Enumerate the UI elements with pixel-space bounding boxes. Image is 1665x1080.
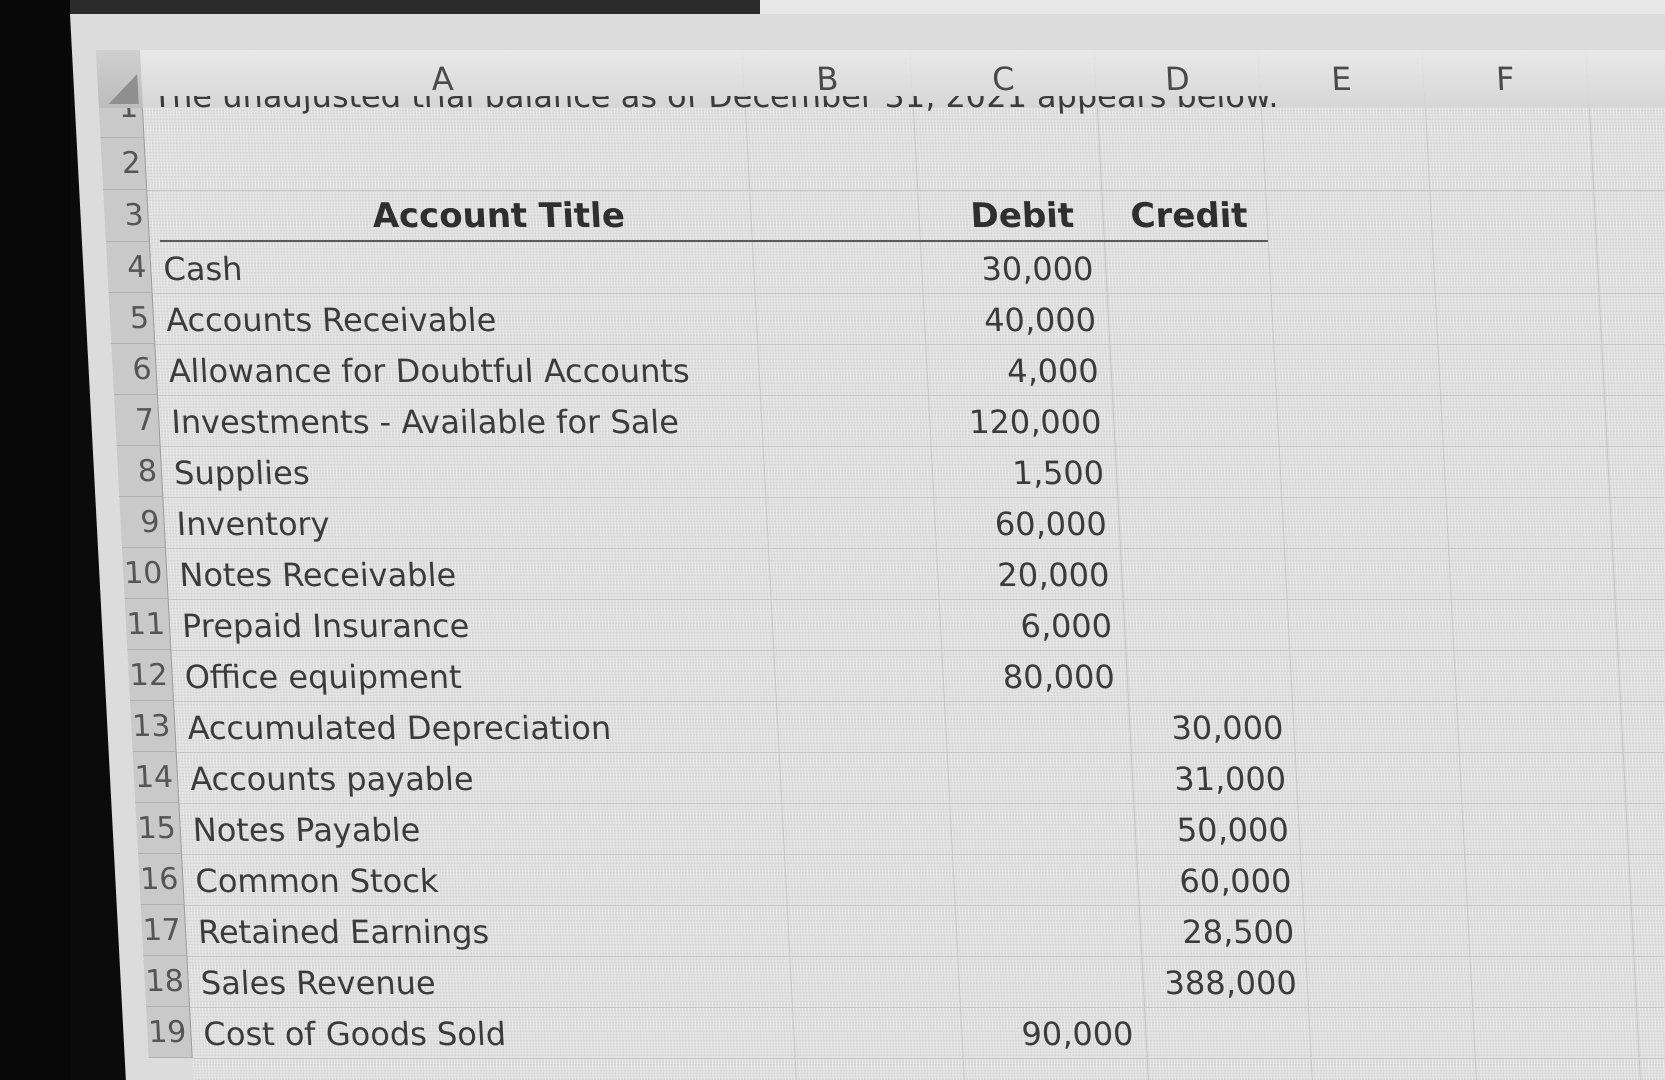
row-header-5[interactable]: 5 bbox=[108, 293, 156, 344]
account-title-cell[interactable]: Prepaid Insurance bbox=[181, 607, 470, 645]
account-title-cell[interactable]: Notes Receivable bbox=[178, 556, 457, 594]
credit-cell[interactable]: 388,000 bbox=[1142, 964, 1297, 1002]
account-title-cell[interactable]: Accounts Receivable bbox=[165, 301, 497, 339]
spreadsheet: A B C D E F 1 The unadjusted trial balan… bbox=[70, 14, 1665, 1080]
account-title-cell[interactable]: Cost of Goods Sold bbox=[202, 1015, 507, 1053]
grid-line bbox=[176, 752, 1665, 753]
top-window-strip bbox=[70, 0, 1665, 14]
account-title-cell[interactable]: Inventory bbox=[176, 505, 331, 543]
row-header-16[interactable]: 16 bbox=[138, 854, 185, 905]
column-header-next[interactable] bbox=[1585, 50, 1665, 109]
account-title-cell[interactable]: Notes Payable bbox=[192, 811, 421, 849]
debit-cell[interactable]: 6,000 bbox=[939, 607, 1113, 645]
select-all-corner[interactable] bbox=[95, 50, 144, 109]
account-title-cell[interactable]: Investments - Available for Sale bbox=[170, 403, 679, 441]
account-title-cell[interactable]: Sales Revenue bbox=[200, 964, 437, 1002]
account-title-cell[interactable]: Office equipment bbox=[184, 658, 463, 696]
grid-line bbox=[190, 1007, 1665, 1008]
debit-cell[interactable]: 40,000 bbox=[923, 301, 1097, 339]
credit-cell[interactable]: 60,000 bbox=[1136, 862, 1292, 900]
grid-line bbox=[152, 293, 1665, 294]
top-window-bar bbox=[760, 0, 1665, 14]
header-credit: Credit bbox=[1129, 196, 1249, 236]
grid-line bbox=[168, 599, 1665, 600]
credit-cell[interactable]: 50,000 bbox=[1134, 811, 1290, 849]
grid-line bbox=[157, 395, 1665, 396]
debit-cell[interactable]: 30,000 bbox=[920, 250, 1094, 288]
grid-line bbox=[155, 344, 1665, 345]
account-title-cell[interactable]: Cash bbox=[162, 250, 243, 288]
column-header-e[interactable]: E bbox=[1257, 50, 1426, 109]
grid-line bbox=[184, 905, 1665, 906]
debit-cell[interactable]: 120,000 bbox=[928, 403, 1102, 441]
row-header-10[interactable]: 10 bbox=[121, 548, 169, 599]
debit-cell[interactable]: 60,000 bbox=[934, 505, 1108, 543]
row-header-13[interactable]: 13 bbox=[130, 701, 177, 752]
grid-line bbox=[163, 497, 1665, 498]
photo-frame: A B C D E F 1 The unadjusted trial balan… bbox=[0, 0, 1665, 1080]
row-header-14[interactable]: 14 bbox=[132, 752, 180, 803]
row-header-8[interactable]: 8 bbox=[116, 446, 164, 497]
account-title-cell[interactable]: Accumulated Depreciation bbox=[186, 709, 612, 747]
row-header-6[interactable]: 6 bbox=[111, 344, 158, 395]
row-header-9[interactable]: 9 bbox=[119, 497, 166, 548]
row-header-4[interactable]: 4 bbox=[105, 242, 153, 293]
row-header-3[interactable]: 3 bbox=[103, 190, 150, 242]
row-header-1[interactable]: 1 bbox=[98, 108, 145, 138]
header-underline bbox=[159, 240, 1268, 242]
grid-line bbox=[179, 803, 1665, 804]
grid-line bbox=[174, 701, 1665, 702]
account-title-cell[interactable]: Allowance for Doubtful Accounts bbox=[168, 352, 691, 390]
spreadsheet-view: A B C D E F 1 The unadjusted trial balan… bbox=[70, 14, 1665, 1080]
title-text: The unadjusted trial balance as of Decem… bbox=[152, 96, 1280, 115]
grid-line bbox=[147, 190, 1665, 191]
row-header-17[interactable]: 17 bbox=[140, 905, 188, 956]
monitor-bezel-left bbox=[0, 0, 70, 1080]
debit-cell[interactable]: 4,000 bbox=[926, 352, 1100, 390]
grid-line bbox=[192, 1058, 1665, 1059]
credit-cell[interactable]: 28,500 bbox=[1139, 913, 1295, 951]
grid-line bbox=[171, 650, 1665, 651]
header-debit: Debit bbox=[969, 196, 1076, 236]
grid-line bbox=[187, 956, 1665, 957]
row-header-11[interactable]: 11 bbox=[124, 599, 172, 650]
row-header-15[interactable]: 15 bbox=[135, 803, 183, 854]
debit-cell[interactable]: 80,000 bbox=[942, 658, 1116, 696]
credit-cell[interactable]: 31,000 bbox=[1131, 760, 1287, 798]
row-header-2[interactable]: 2 bbox=[100, 138, 148, 190]
row1-title-text: The unadjusted trial balance as of Decem… bbox=[152, 96, 1279, 126]
header-account-title: Account Title bbox=[371, 196, 626, 236]
account-title-cell[interactable]: Accounts payable bbox=[189, 760, 474, 798]
credit-cell[interactable]: 30,000 bbox=[1128, 709, 1284, 747]
account-title-cell[interactable]: Retained Earnings bbox=[197, 913, 490, 951]
debit-cell[interactable]: 20,000 bbox=[936, 556, 1110, 594]
grid-line bbox=[160, 446, 1665, 447]
grid-line bbox=[182, 854, 1665, 855]
grid-line bbox=[165, 548, 1665, 549]
debit-cell[interactable]: 90,000 bbox=[960, 1015, 1134, 1053]
row-header-19[interactable]: 19 bbox=[146, 1007, 193, 1058]
account-title-cell[interactable]: Supplies bbox=[173, 454, 310, 492]
row-header-18[interactable]: 18 bbox=[143, 956, 191, 1007]
account-title-cell[interactable]: Common Stock bbox=[194, 862, 439, 900]
column-header-f[interactable]: F bbox=[1421, 50, 1590, 109]
row-header-7[interactable]: 7 bbox=[113, 395, 161, 446]
debit-cell[interactable]: 1,500 bbox=[931, 454, 1105, 492]
select-all-triangle-icon bbox=[107, 74, 139, 104]
row-header-12[interactable]: 12 bbox=[127, 650, 175, 701]
